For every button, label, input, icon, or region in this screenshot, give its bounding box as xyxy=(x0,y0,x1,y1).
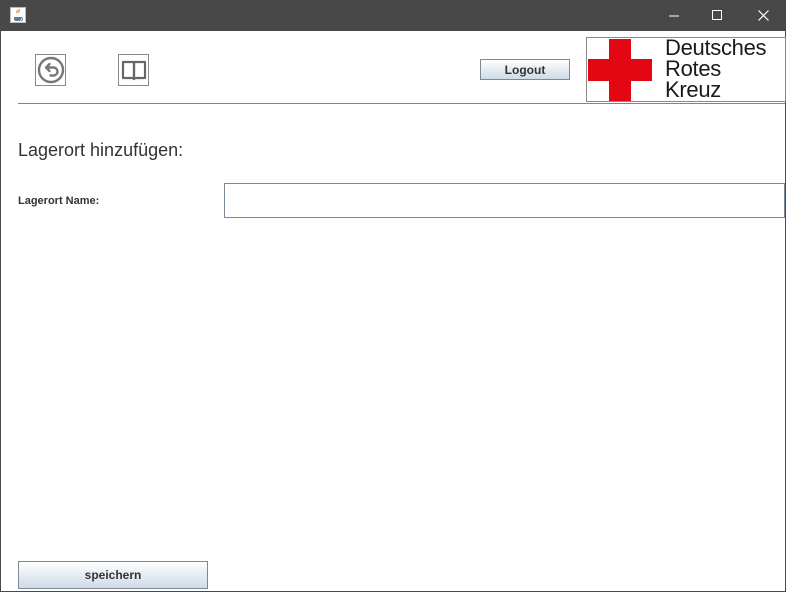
minimize-icon xyxy=(668,15,679,17)
logo-line-2: Rotes xyxy=(665,56,721,81)
logo-wordmark: Deutsches Rotes Kreuz xyxy=(665,37,767,102)
manual-button[interactable] xyxy=(118,54,149,86)
drk-logo: Deutsches Rotes Kreuz xyxy=(586,37,786,102)
header-separator xyxy=(18,103,785,104)
title-bar[interactable] xyxy=(1,0,786,31)
red-cross-logo xyxy=(588,39,652,101)
book-icon xyxy=(121,60,146,81)
java-cup-icon xyxy=(10,7,26,23)
back-button[interactable] xyxy=(35,54,66,86)
back-arrow-icon xyxy=(37,56,64,84)
minimize-button[interactable] xyxy=(651,0,697,31)
logo-line-3: Kreuz xyxy=(665,77,721,102)
maximize-button[interactable] xyxy=(694,0,740,31)
logout-button[interactable]: Logout xyxy=(480,59,570,80)
close-icon xyxy=(757,10,769,21)
logo-line-1: Deutsches xyxy=(665,37,767,60)
lagerort-name-label: Lagerort Name: xyxy=(18,195,100,207)
lagerort-name-input[interactable] xyxy=(224,183,785,218)
maximize-icon xyxy=(711,10,722,20)
page-title: Lagerort hinzufügen: xyxy=(18,140,184,160)
save-button[interactable]: speichern xyxy=(18,561,208,589)
close-button[interactable] xyxy=(740,0,786,31)
application-window: Logout Deutsches Rotes Kreuz Lagerort hi… xyxy=(0,0,786,592)
